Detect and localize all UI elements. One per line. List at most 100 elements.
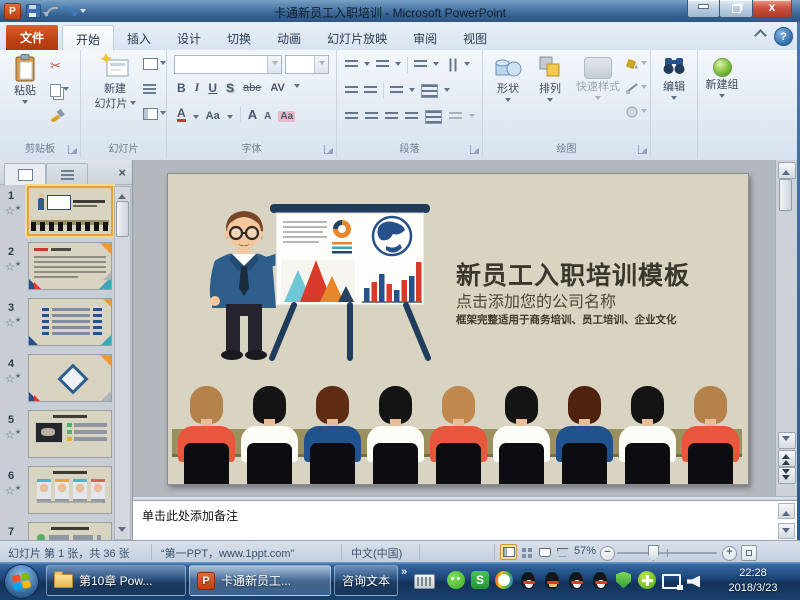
zoom-slider-thumb[interactable] (648, 545, 659, 561)
qq-tray-icon[interactable] (569, 572, 583, 589)
restore-button[interactable] (719, 0, 753, 18)
smartart-button[interactable] (449, 112, 462, 122)
panel-scroll-thumb[interactable] (116, 201, 129, 237)
scroll-thumb[interactable] (779, 179, 792, 211)
font-dialog-launcher[interactable] (324, 145, 333, 154)
section-button[interactable] (143, 108, 166, 120)
copy-button[interactable] (50, 84, 69, 97)
tab-审阅[interactable]: 审阅 (400, 25, 450, 50)
strikethrough-button[interactable]: abe (243, 82, 261, 94)
arrange-button[interactable]: 排列 (531, 53, 569, 105)
thumbnail-preview[interactable] (28, 298, 112, 346)
language-status[interactable]: 中文(中国) (351, 545, 402, 561)
notes-pane[interactable]: 单击此处添加备注 (133, 500, 797, 541)
save-icon[interactable] (26, 4, 41, 18)
thumbnail-preview[interactable] (28, 242, 112, 290)
theme-status[interactable]: “第一PPT，www.1ppt.com” (161, 545, 294, 561)
slide-number-status[interactable]: 幻灯片 第 1 张，共 36 张 (8, 545, 130, 561)
increase-indent-button[interactable] (364, 86, 377, 96)
slide-thumbnail-5[interactable]: 5☆★ (0, 410, 112, 462)
tab-幻灯片放映[interactable]: 幻灯片放映 (314, 25, 400, 50)
customize-qat-icon[interactable] (80, 9, 86, 16)
panel-scroll-up-icon[interactable] (118, 190, 126, 199)
keyboard-tray-icon[interactable] (414, 574, 435, 589)
thumbnail-preview[interactable] (28, 466, 112, 514)
panel-close-icon[interactable]: × (118, 165, 126, 180)
shape-fill-button[interactable] (625, 58, 647, 70)
clipboard-dialog-launcher[interactable] (68, 145, 77, 154)
fit-slide-to-window-button[interactable] (741, 545, 757, 561)
grow-font-button[interactable]: A (248, 107, 257, 122)
taskbar-button-2[interactable]: P卡通新员工... (189, 565, 331, 596)
zoom-level[interactable]: 57% (574, 545, 596, 557)
volume-tray-icon[interactable] (687, 576, 700, 588)
clear-formatting-button[interactable]: Aa (278, 111, 295, 122)
distribute-button[interactable] (425, 110, 442, 124)
slide-thumbnail-4[interactable]: 4☆★ (0, 354, 112, 406)
paste-button[interactable]: 粘贴 (5, 53, 45, 107)
bullets-button[interactable] (345, 60, 358, 70)
new-group-button[interactable]: 新建组 (700, 53, 744, 101)
main-scrollbar[interactable] (775, 160, 797, 496)
slideshow-view-button[interactable] (555, 545, 570, 559)
tab-outline[interactable] (46, 163, 88, 185)
help-icon[interactable]: ? (774, 27, 793, 46)
justify-button[interactable] (405, 112, 418, 122)
editing-button[interactable]: 编辑 (654, 53, 694, 103)
sogou-tray-icon[interactable]: S (471, 571, 489, 589)
scroll-down-button[interactable] (778, 432, 796, 449)
minimize-button[interactable] (687, 0, 720, 18)
thumbnail-preview[interactable] (28, 522, 112, 540)
new-slide-button[interactable]: 新建 幻灯片 (89, 53, 141, 111)
taskbar-button-1[interactable]: 第10章 Pow... (46, 565, 186, 596)
tab-设计[interactable]: 设计 (164, 25, 214, 50)
thumbnail-preview[interactable] (28, 354, 112, 402)
collapse-ribbon-icon[interactable] (754, 29, 767, 42)
shrink-font-button[interactable]: A (264, 111, 271, 122)
tab-视图[interactable]: 视图 (450, 25, 500, 50)
align-right-button[interactable] (385, 112, 398, 122)
slide-thumbnail-2[interactable]: 2☆★ (0, 242, 112, 294)
slide-canvas[interactable]: 新员工入职培训模板 点击添加您的公司名称 框架完整适用于商务培训、员工培训、企业… (167, 173, 749, 485)
cut-button[interactable]: ✂ (50, 58, 61, 74)
slide-thumbnail-3[interactable]: 3☆★ (0, 298, 112, 350)
tab-插入[interactable]: 插入 (114, 25, 164, 50)
tab-file[interactable]: 文件 (6, 25, 58, 50)
notes-placeholder[interactable]: 单击此处添加备注 (142, 507, 238, 524)
slide-thumbnail-6[interactable]: 6☆★ (0, 466, 112, 518)
panel-scroll-down-icon[interactable] (118, 527, 126, 536)
slide-subtitle[interactable]: 点击添加您的公司名称 (456, 288, 616, 312)
format-painter-button[interactable] (50, 108, 65, 122)
notes-scroll-down[interactable] (778, 523, 795, 539)
tab-开始[interactable]: 开始 (62, 25, 114, 51)
wechat-tray-icon[interactable] (447, 571, 465, 589)
decrease-indent-button[interactable] (345, 86, 358, 96)
taskbar-clock[interactable]: 22:28 2018/3/23 (710, 566, 796, 596)
zoom-in-button[interactable]: + (722, 546, 737, 561)
thumbnail-preview[interactable] (27, 186, 113, 236)
numbering-button[interactable] (376, 60, 389, 70)
panel-scrollbar[interactable] (114, 186, 131, 540)
zoom-out-button[interactable]: − (600, 546, 615, 561)
underline-button[interactable]: U (208, 81, 217, 95)
align-text-button[interactable] (421, 84, 438, 98)
safety-ball-tray-icon[interactable] (638, 571, 656, 589)
thumbnail-preview[interactable] (28, 410, 112, 458)
taskbar-button-3[interactable]: 咨询文本 (334, 565, 398, 596)
normal-view-button[interactable] (500, 544, 517, 560)
undo-icon[interactable] (46, 7, 58, 16)
bold-button[interactable]: B (177, 81, 186, 95)
tab-切换[interactable]: 切换 (214, 25, 264, 50)
align-center-button[interactable] (365, 112, 378, 122)
powerpoint-app-icon[interactable]: P (4, 3, 21, 20)
columns-button[interactable] (390, 86, 403, 96)
scroll-up-button[interactable] (778, 162, 796, 179)
tab-slides-thumbnails[interactable] (4, 163, 46, 185)
bear-tray-icon[interactable] (495, 571, 513, 589)
notes-scroll-up[interactable] (778, 503, 795, 519)
slide-tagline[interactable]: 框架完整适用于商务培训、员工培训、企业文化 (456, 312, 677, 327)
layout-button[interactable] (143, 58, 166, 70)
reset-button[interactable] (143, 84, 156, 94)
zoom-slider-track[interactable] (617, 552, 717, 554)
shield-tray-icon[interactable] (616, 572, 631, 589)
